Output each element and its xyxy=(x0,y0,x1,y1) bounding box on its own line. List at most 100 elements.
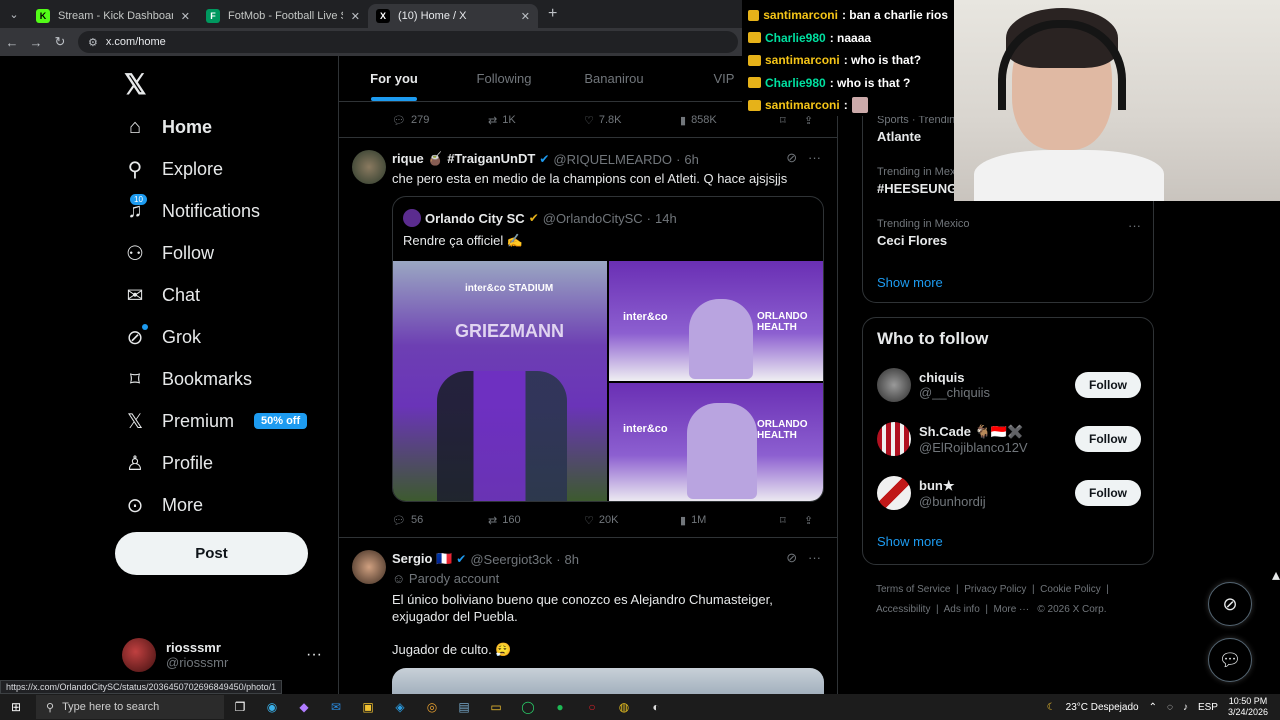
more-icon[interactable]: ··· xyxy=(808,550,821,565)
footer-link[interactable]: Cookie Policy xyxy=(1040,584,1101,595)
grok-fab-button[interactable]: ⊘ xyxy=(1208,582,1252,626)
close-icon[interactable]: ✕ xyxy=(351,10,360,23)
scrollbar[interactable]: ▴ xyxy=(1272,565,1280,584)
notepad-icon[interactable]: ▤ xyxy=(448,700,480,714)
media-photo[interactable]: inter&co STADIUM GRIEZMANN xyxy=(393,261,607,501)
reply-button[interactable]: 💬︎ 56 xyxy=(392,514,488,527)
follow-button[interactable]: Follow xyxy=(1075,372,1141,398)
edge-icon[interactable]: ◉ xyxy=(256,700,288,714)
author-name[interactable]: Sergio 🇫🇷 xyxy=(392,551,452,567)
footer-link[interactable]: More ··· xyxy=(994,604,1030,615)
close-icon[interactable]: ✕ xyxy=(181,10,190,23)
nav-profile[interactable]: ♙ Profile xyxy=(122,442,307,484)
follow-button[interactable]: Follow xyxy=(1075,426,1141,452)
windows-start-icon[interactable]: ⊞ xyxy=(0,700,32,714)
more-icon[interactable]: ··· xyxy=(808,150,821,165)
app-icon[interactable]: ◎ xyxy=(416,700,448,714)
back-icon[interactable]: ← xyxy=(0,35,24,50)
nav-home[interactable]: ⌂ Home xyxy=(122,106,307,148)
close-icon[interactable]: ✕ xyxy=(521,10,530,23)
tray-chevron-icon[interactable]: ⌃ xyxy=(1149,702,1157,713)
nav-bookmarks[interactable]: ⌑ Bookmarks xyxy=(122,358,307,400)
chat-user: santimarconi xyxy=(763,8,838,23)
show-more-link[interactable]: Show more xyxy=(877,534,943,549)
lang-indicator[interactable]: ESP xyxy=(1198,702,1218,713)
tab-search-icon[interactable]: ⌄ xyxy=(0,0,28,28)
post-time[interactable]: 6h xyxy=(684,152,698,167)
bookmark-button[interactable]: ⌑ xyxy=(780,514,804,527)
footer-link[interactable]: Privacy Policy xyxy=(964,584,1026,595)
author-name[interactable]: rique 🧉 #TraiganUnDT xyxy=(392,151,535,167)
new-tab-icon[interactable]: + xyxy=(548,5,557,23)
like-button[interactable]: ♡ 7.8K xyxy=(584,114,680,127)
mail-app-icon[interactable]: ✉ xyxy=(320,700,352,714)
post-time[interactable]: 8h xyxy=(565,552,579,567)
post-sergio[interactable]: Sergio 🇫🇷 ✔ @Seergiot3ck · 8h ⊘ ··· ☺ Pa… xyxy=(339,538,837,694)
obs-icon[interactable]: ◐ xyxy=(640,700,672,714)
tab-following[interactable]: Following xyxy=(449,56,559,101)
footer-link[interactable]: Ads info xyxy=(944,604,980,615)
taskbar-search[interactable]: ⚲ Type here to search xyxy=(36,695,224,719)
whatsapp-icon[interactable]: ◯ xyxy=(512,700,544,714)
trend-item[interactable]: Sports · Trending Atlante xyxy=(877,114,961,144)
follow-suggestion[interactable]: chiquis @__chiquiis Follow xyxy=(877,368,1141,402)
share-button[interactable]: ⇪ xyxy=(804,514,813,527)
volume-icon[interactable]: ♪ xyxy=(1183,702,1188,713)
quoted-post[interactable]: Orlando City SC ✔ @OrlandoCitySC · 14h R… xyxy=(392,196,824,502)
copilot-icon[interactable]: ◆ xyxy=(288,700,320,714)
more-icon[interactable]: ··· xyxy=(1128,218,1141,233)
nav-grok[interactable]: ⊘ Grok xyxy=(122,316,307,358)
nav-more[interactable]: ⊙ More xyxy=(122,484,307,526)
vscode-icon[interactable]: ◈ xyxy=(384,700,416,714)
nav-chat[interactable]: ✉ Chat xyxy=(122,274,307,316)
x-logo-icon[interactable]: 𝕏 xyxy=(124,68,147,101)
task-view-icon[interactable]: ❐ xyxy=(224,700,256,714)
follow-suggestion[interactable]: Sh.Cade 🐐🇮🇩✖️ @ElRojiblanco12V Follow xyxy=(877,422,1141,456)
post-riquelme[interactable]: rique 🧉 #TraiganUnDT ✔ @RIQUELMEARDO · 6… xyxy=(339,138,837,538)
follow-button[interactable]: Follow xyxy=(1075,480,1141,506)
weather-text[interactable]: 23°C Despejado xyxy=(1066,702,1139,713)
emote-icon xyxy=(851,97,868,114)
store-icon[interactable]: ▣ xyxy=(352,700,384,714)
clock[interactable]: 10:50 PM 3/24/2026 xyxy=(1228,696,1268,718)
tab-kick[interactable]: K Stream - Kick Dashboard ✕ xyxy=(28,4,198,28)
views-button[interactable]: ▮ 1M xyxy=(680,514,780,527)
nav-premium[interactable]: 𝕏 Premium 50% off xyxy=(122,400,308,442)
site-info-icon[interactable]: ⚙ xyxy=(88,36,98,49)
forward-icon[interactable]: → xyxy=(24,35,48,50)
tab-fotmob[interactable]: F FotMob - Football Live Scores ✕ xyxy=(198,4,368,28)
account-switcher[interactable]: riosssmr @riosssmr ··· xyxy=(122,638,322,672)
media-photo[interactable] xyxy=(392,668,824,694)
like-button[interactable]: ♡ 20K xyxy=(584,514,680,527)
tab-x-home[interactable]: X (10) Home / X ✕ xyxy=(368,4,538,28)
post-button[interactable]: Post xyxy=(115,532,308,575)
nav-explore[interactable]: ⚲ Explore xyxy=(122,148,307,190)
reply-button[interactable]: 💬︎ 279 xyxy=(392,114,488,127)
follow-suggestion[interactable]: bun★ @bunhordij Follow xyxy=(877,476,1141,510)
footer-link[interactable]: Accessibility xyxy=(876,604,930,615)
chrome-icon[interactable]: ◍ xyxy=(608,700,640,714)
messages-fab-button[interactable]: 💬︎ xyxy=(1208,638,1252,682)
media-photo[interactable]: inter&co ORLANDO HEALTH xyxy=(609,383,823,501)
opera-icon[interactable]: ○ xyxy=(576,700,608,714)
author-handle[interactable]: @RIQUELMEARDO xyxy=(553,152,672,167)
spotify-icon[interactable]: ● xyxy=(544,700,576,714)
reload-icon[interactable]: ↻ xyxy=(48,34,72,50)
file-explorer-icon[interactable]: ▭ xyxy=(480,700,512,714)
more-icon[interactable]: ··· xyxy=(306,646,322,664)
repost-button[interactable]: ⇄ 1K xyxy=(488,114,584,127)
url-field[interactable]: ⚙ x.com/home xyxy=(78,31,738,53)
nav-notifications[interactable]: ♫ 10 Notifications xyxy=(122,190,307,232)
media-photo[interactable]: inter&co ORLANDO HEALTH xyxy=(609,261,823,381)
tab-bananirou[interactable]: Bananirou xyxy=(559,56,669,101)
network-icon[interactable]: ◌ xyxy=(1167,702,1173,713)
nav-follow[interactable]: ⚇ Follow xyxy=(122,232,307,274)
show-more-link[interactable]: Show more xyxy=(877,275,943,290)
author-handle[interactable]: @Seergiot3ck xyxy=(470,552,552,567)
footer-link[interactable]: Terms of Service xyxy=(876,584,950,595)
grok-icon[interactable]: ⊘ xyxy=(786,550,797,565)
tab-for-you[interactable]: For you xyxy=(339,56,449,101)
trend-item[interactable]: Trending in Mexico Ceci Flores ··· xyxy=(877,218,1141,248)
repost-button[interactable]: ⇄ 160 xyxy=(488,514,584,527)
grok-icon[interactable]: ⊘ xyxy=(786,150,797,165)
